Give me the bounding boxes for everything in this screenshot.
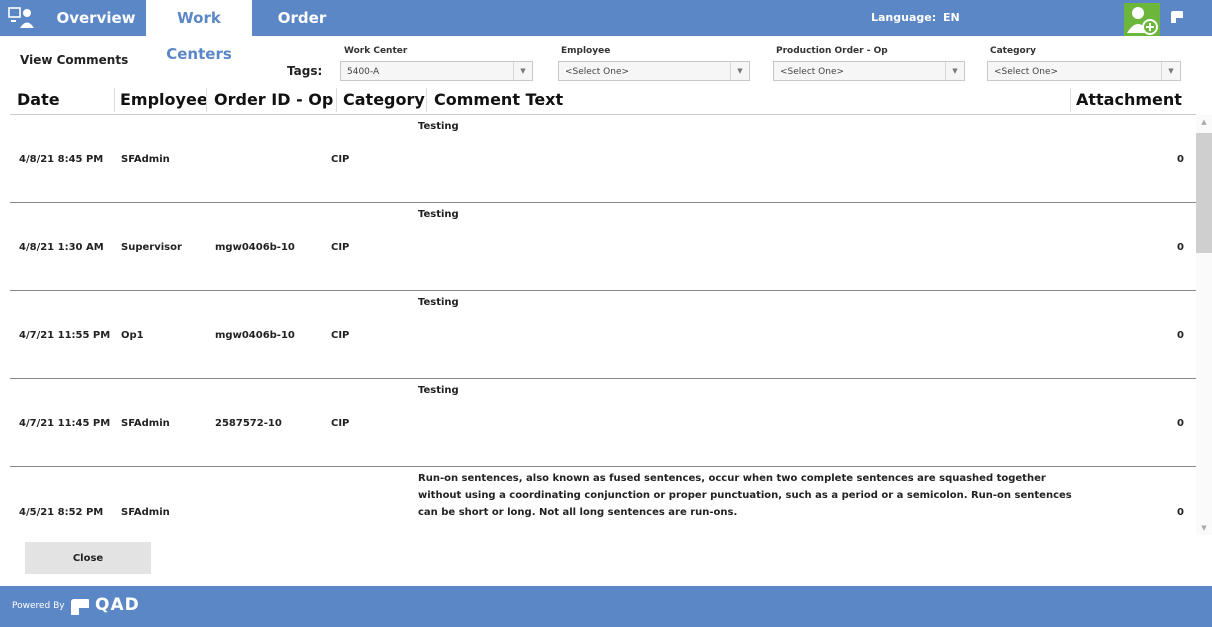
column-header-category[interactable]: Category — [343, 90, 425, 109]
vertical-scrollbar[interactable]: ▲ ▼ — [1196, 115, 1212, 535]
column-divider — [336, 88, 337, 112]
footer-brand: QAD — [95, 595, 140, 615]
cell-employee: SFAdmin — [121, 154, 170, 165]
filter-label-employee: Employee — [561, 46, 611, 56]
table-row[interactable]: 4/8/21 1:30 AM Supervisor mgw0406b-10 CI… — [10, 203, 1196, 291]
cell-date: 4/7/21 11:45 PM — [19, 418, 111, 429]
cell-date: 4/8/21 8:45 PM — [19, 154, 104, 165]
filter-label-production-order: Production Order - Op — [776, 46, 888, 56]
chevron-down-icon: ▼ — [513, 62, 532, 80]
category-select[interactable]: <Select One> ▼ — [987, 61, 1181, 81]
column-header-comment[interactable]: Comment Text — [434, 90, 563, 109]
column-divider — [1070, 88, 1071, 112]
production-order-value: <Select One> — [780, 67, 845, 77]
cell-employee: SFAdmin — [121, 418, 170, 429]
cell-category: CIP — [331, 242, 350, 253]
work-center-select[interactable]: 5400-A ▼ — [340, 61, 533, 81]
cell-category: CIP — [331, 330, 350, 341]
cell-attachment-count: 0 — [1177, 330, 1184, 341]
tab-work-centers[interactable]: Work Centers — [146, 0, 252, 63]
cell-order-id: mgw0406b-10 — [215, 242, 295, 253]
table-row[interactable]: 4/7/21 11:55 PM Op1 mgw0406b-10 CIP Test… — [10, 291, 1196, 379]
filter-label-category: Category — [990, 46, 1037, 56]
cell-attachment-count: 0 — [1177, 154, 1184, 165]
production-order-select[interactable]: <Select One> ▼ — [773, 61, 965, 81]
powered-by-label: Powered By — [12, 601, 65, 611]
cell-order-id: mgw0406b-10 — [215, 330, 295, 341]
qad-logo-icon — [71, 599, 89, 615]
work-center-value: 5400-A — [347, 67, 380, 77]
qad-logo-icon — [1171, 11, 1183, 23]
top-nav-bar: Overview Work Centers Order Mgmt Languag… — [0, 0, 1212, 63]
cell-date: 4/8/21 1:30 AM — [19, 242, 104, 253]
footer-bar: Powered By QAD — [0, 586, 1212, 627]
column-header-date[interactable]: Date — [17, 90, 60, 109]
comments-table-body: 4/8/21 8:45 PM SFAdmin CIP Testing 0 4/8… — [10, 115, 1196, 536]
category-value: <Select One> — [994, 67, 1059, 77]
cell-attachment-count: 0 — [1177, 418, 1184, 429]
cell-attachment-count: 0 — [1177, 507, 1184, 518]
cell-category: CIP — [331, 418, 350, 429]
cell-comment-text: Testing — [418, 209, 459, 220]
chevron-down-icon: ▼ — [1161, 62, 1180, 80]
cell-comment-text: Testing — [418, 385, 459, 396]
column-header-employee[interactable]: Employee — [120, 90, 208, 109]
cell-comment-text: Testing — [418, 297, 459, 308]
scroll-up-icon[interactable]: ▲ — [1196, 115, 1212, 129]
brand-logo: QAD — [1170, 0, 1212, 63]
close-button[interactable]: Close — [25, 542, 151, 574]
scroll-down-icon[interactable]: ▼ — [1196, 521, 1212, 535]
filter-label-work-center: Work Center — [344, 46, 408, 56]
add-user-button[interactable] — [1124, 3, 1160, 36]
cell-order-id: 2587572-10 — [215, 418, 282, 429]
employee-select[interactable]: <Select One> ▼ — [558, 61, 750, 81]
column-header-order-id[interactable]: Order ID - Op — [214, 90, 333, 109]
tags-label: Tags: — [287, 64, 323, 78]
cell-employee: SFAdmin — [121, 507, 170, 518]
table-row[interactable]: 4/5/21 8:52 PM SFAdmin Run-on sentences,… — [10, 467, 1196, 536]
table-row[interactable]: 4/7/21 11:45 PM SFAdmin 2587572-10 CIP T… — [10, 379, 1196, 467]
page-title: View Comments — [20, 53, 129, 67]
workstation-icon[interactable] — [8, 6, 34, 30]
cell-category: CIP — [331, 154, 350, 165]
cell-date: 4/7/21 11:55 PM — [19, 330, 111, 341]
cell-date: 4/5/21 8:52 PM — [19, 507, 104, 518]
column-header-attachment[interactable]: Attachment — [1076, 90, 1182, 109]
cell-employee: Supervisor — [121, 242, 182, 253]
language-selector[interactable]: EN — [943, 0, 960, 36]
scroll-thumb[interactable] — [1196, 133, 1212, 253]
employee-value: <Select One> — [565, 67, 630, 77]
cell-comment-text: Run-on sentences, also known as fused se… — [418, 473, 1072, 518]
table-row[interactable]: 4/8/21 8:45 PM SFAdmin CIP Testing 0 — [10, 115, 1196, 203]
column-divider — [426, 88, 427, 112]
chevron-down-icon: ▼ — [945, 62, 964, 80]
cell-attachment-count: 0 — [1177, 242, 1184, 253]
language-label: Language: — [871, 11, 937, 24]
column-divider — [114, 88, 115, 112]
chevron-down-icon: ▼ — [730, 62, 749, 80]
cell-employee: Op1 — [121, 330, 144, 341]
table-header: Date Employee Order ID - Op Category Com… — [10, 86, 1196, 115]
add-user-icon — [1127, 7, 1158, 35]
column-divider — [206, 88, 207, 112]
tab-order-mgmt[interactable]: Order Mgmt — [252, 0, 352, 63]
tab-overview[interactable]: Overview — [46, 0, 146, 36]
cell-comment-text: Testing — [418, 121, 459, 132]
